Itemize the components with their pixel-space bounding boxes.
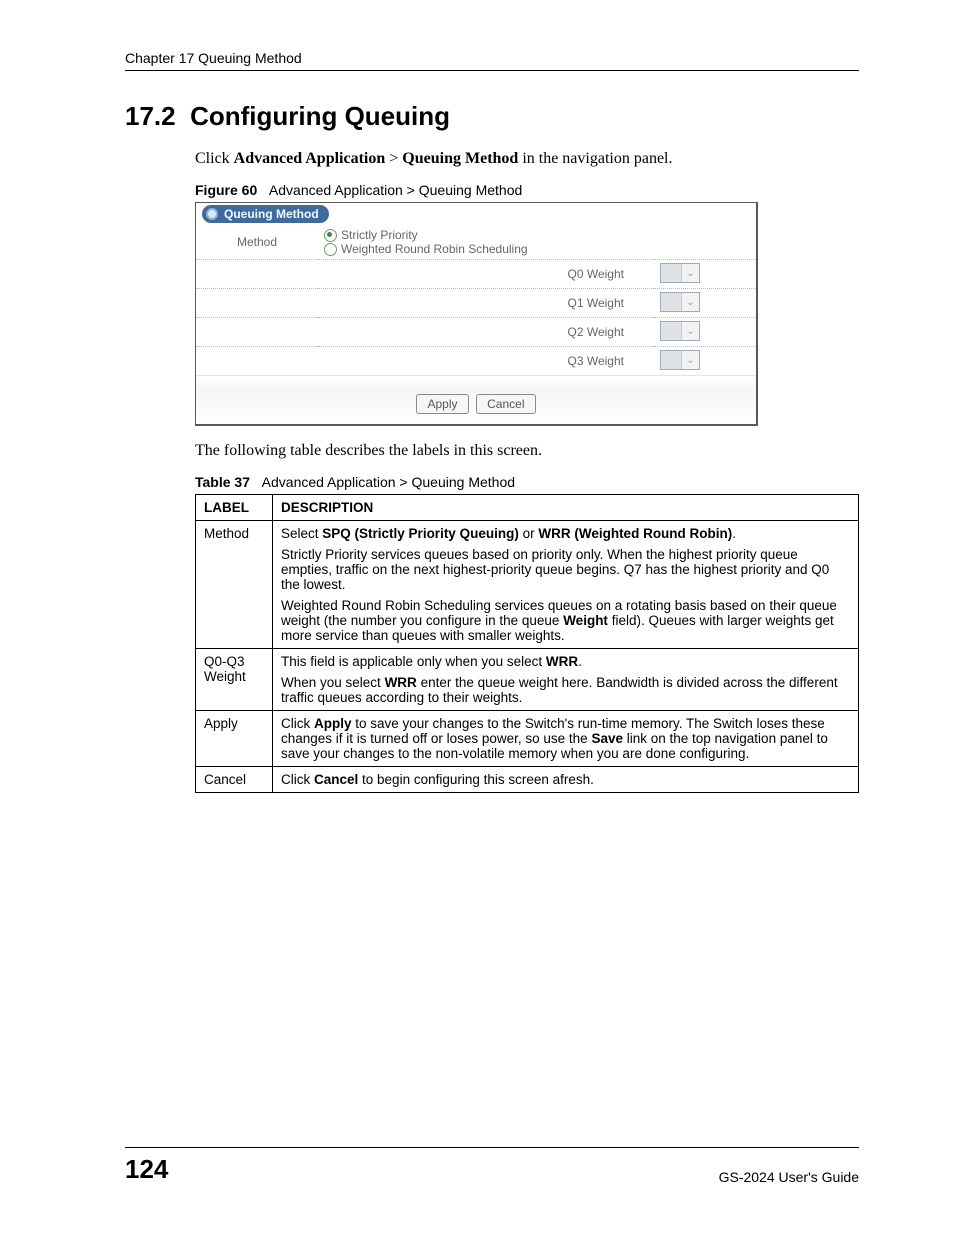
- intro-app: Advanced Application: [234, 150, 386, 167]
- t: Strictly Priority services queues based …: [281, 547, 850, 592]
- method-label-cell: Method: [196, 225, 318, 260]
- table-row: Apply Click Apply to save your changes t…: [196, 711, 859, 767]
- chevron-down-icon: ⌄: [682, 268, 699, 279]
- t: .: [732, 526, 736, 541]
- q3-weight-label: Q3 Weight: [318, 347, 654, 376]
- table-label: Table 37: [195, 474, 250, 490]
- button-row: Apply Cancel: [196, 375, 756, 424]
- config-table: Method Strictly Priority Weighted Round …: [196, 225, 756, 375]
- t: .: [578, 654, 582, 669]
- radio-off-icon: [324, 243, 337, 256]
- q3-weight-select[interactable]: ⌄: [660, 350, 700, 370]
- chevron-down-icon: ⌄: [682, 297, 699, 308]
- t: Cancel: [314, 772, 358, 787]
- radio-on-icon: [324, 229, 337, 242]
- section-number: 17.2: [125, 101, 176, 131]
- page-number: 124: [125, 1154, 168, 1185]
- row-label-apply: Apply: [196, 711, 273, 767]
- apply-button[interactable]: Apply: [416, 394, 468, 414]
- table-caption-text: Advanced Application > Queuing Method: [262, 474, 515, 490]
- th-description: DESCRIPTION: [273, 495, 859, 521]
- table-row: Method Select SPQ (Strictly Priority Que…: [196, 521, 859, 649]
- t: to begin configuring this screen afresh.: [358, 772, 594, 787]
- pill-dot-icon: [206, 208, 218, 220]
- radio-wrr[interactable]: Weighted Round Robin Scheduling: [324, 242, 750, 256]
- opt-wrr: Weighted Round Robin Scheduling: [341, 242, 528, 256]
- t: Click: [281, 772, 314, 787]
- chevron-down-icon: ⌄: [682, 326, 699, 337]
- figure-label: Figure 60: [195, 182, 257, 198]
- intro-post: in the navigation panel.: [518, 150, 672, 167]
- t: WRR: [546, 654, 578, 669]
- th-label: LABEL: [196, 495, 273, 521]
- figure-panel: Queuing Method Method Strictly Priority …: [195, 202, 758, 426]
- t: WRR: [385, 675, 417, 690]
- t: Select: [281, 526, 322, 541]
- t: This field is applicable only when you s…: [281, 654, 546, 669]
- t: Weight: [563, 613, 608, 628]
- figure-caption: Figure 60 Advanced Application > Queuing…: [195, 182, 859, 198]
- q1-weight-label: Q1 Weight: [318, 289, 654, 318]
- q2-weight-label: Q2 Weight: [318, 318, 654, 347]
- intro-method: Queuing Method: [402, 150, 518, 167]
- t: When you select: [281, 675, 385, 690]
- table-row: Cancel Click Cancel to begin configuring…: [196, 767, 859, 793]
- q2-weight-select[interactable]: ⌄: [660, 321, 700, 341]
- running-header: Chapter 17 Queuing Method: [125, 50, 859, 71]
- section-heading: 17.2 Configuring Queuing: [125, 101, 859, 132]
- t: Apply: [314, 716, 352, 731]
- table-caption: Table 37 Advanced Application > Queuing …: [195, 474, 859, 490]
- t: SPQ (Strictly Priority Queuing): [322, 526, 519, 541]
- radio-strictly-priority[interactable]: Strictly Priority: [324, 228, 750, 242]
- description-table: LABEL DESCRIPTION Method Select SPQ (Str…: [195, 494, 859, 793]
- intro-paragraph: Click Advanced Application > Queuing Met…: [195, 150, 859, 168]
- row-label-method: Method: [196, 521, 273, 649]
- t: WRR (Weighted Round Robin): [538, 526, 732, 541]
- q0-weight-select[interactable]: ⌄: [660, 263, 700, 283]
- table-row: Q0-Q3 Weight This field is applicable on…: [196, 649, 859, 711]
- chevron-down-icon: ⌄: [682, 355, 699, 366]
- panel-titlebar: Queuing Method: [196, 203, 756, 225]
- q1-weight-select[interactable]: ⌄: [660, 292, 700, 312]
- guide-name: GS-2024 User's Guide: [719, 1169, 859, 1185]
- t: Save: [591, 731, 623, 746]
- intro-sep: >: [385, 150, 402, 167]
- row-label-weight: Q0-Q3 Weight: [196, 649, 273, 711]
- cancel-button[interactable]: Cancel: [476, 394, 535, 414]
- t: Click: [281, 716, 314, 731]
- t: or: [519, 526, 539, 541]
- q0-weight-label: Q0 Weight: [318, 260, 654, 289]
- panel-title-pill: Queuing Method: [202, 205, 329, 223]
- figure-caption-text: Advanced Application > Queuing Method: [269, 182, 522, 198]
- section-title-text: Configuring Queuing: [190, 101, 450, 131]
- opt-strictly-priority: Strictly Priority: [341, 228, 418, 242]
- panel-title-text: Queuing Method: [224, 207, 319, 221]
- after-figure-text: The following table describes the labels…: [195, 442, 859, 460]
- intro-pre: Click: [195, 150, 234, 167]
- row-label-cancel: Cancel: [196, 767, 273, 793]
- page-footer: 124 GS-2024 User's Guide: [125, 1147, 859, 1185]
